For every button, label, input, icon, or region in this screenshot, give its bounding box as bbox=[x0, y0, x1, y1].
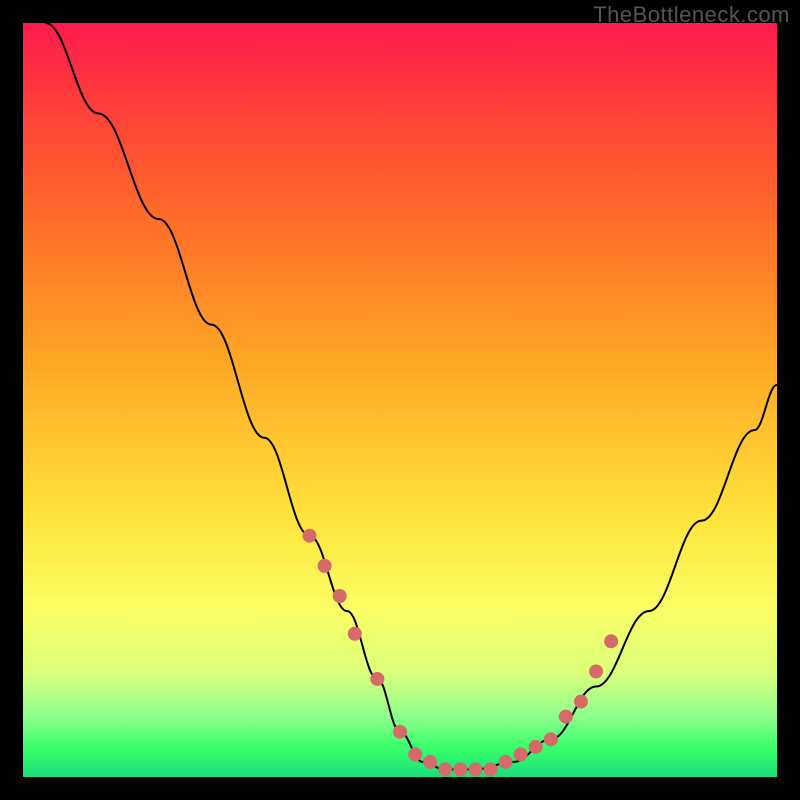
chart-plot-area bbox=[23, 23, 777, 777]
highlight-dot bbox=[559, 710, 573, 724]
watermark-text: TheBottleneck.com bbox=[593, 2, 790, 28]
highlight-dot bbox=[408, 747, 422, 761]
highlight-dot bbox=[423, 755, 437, 769]
highlight-dots bbox=[303, 529, 619, 777]
highlight-dot bbox=[483, 762, 497, 776]
highlight-dot bbox=[393, 725, 407, 739]
highlight-dot bbox=[318, 559, 332, 573]
highlight-dot bbox=[544, 732, 558, 746]
highlight-dot bbox=[438, 762, 452, 776]
highlight-dot bbox=[348, 627, 362, 641]
highlight-dot bbox=[453, 762, 467, 776]
highlight-dot bbox=[303, 529, 317, 543]
chart-svg bbox=[23, 23, 777, 777]
bottleneck-curve bbox=[46, 23, 777, 769]
highlight-dot bbox=[589, 664, 603, 678]
highlight-dot bbox=[370, 672, 384, 686]
highlight-dot bbox=[499, 755, 513, 769]
highlight-dot bbox=[514, 747, 528, 761]
highlight-dot bbox=[604, 634, 618, 648]
highlight-dot bbox=[468, 762, 482, 776]
highlight-dot bbox=[574, 695, 588, 709]
highlight-dot bbox=[529, 740, 543, 754]
highlight-dot bbox=[333, 589, 347, 603]
